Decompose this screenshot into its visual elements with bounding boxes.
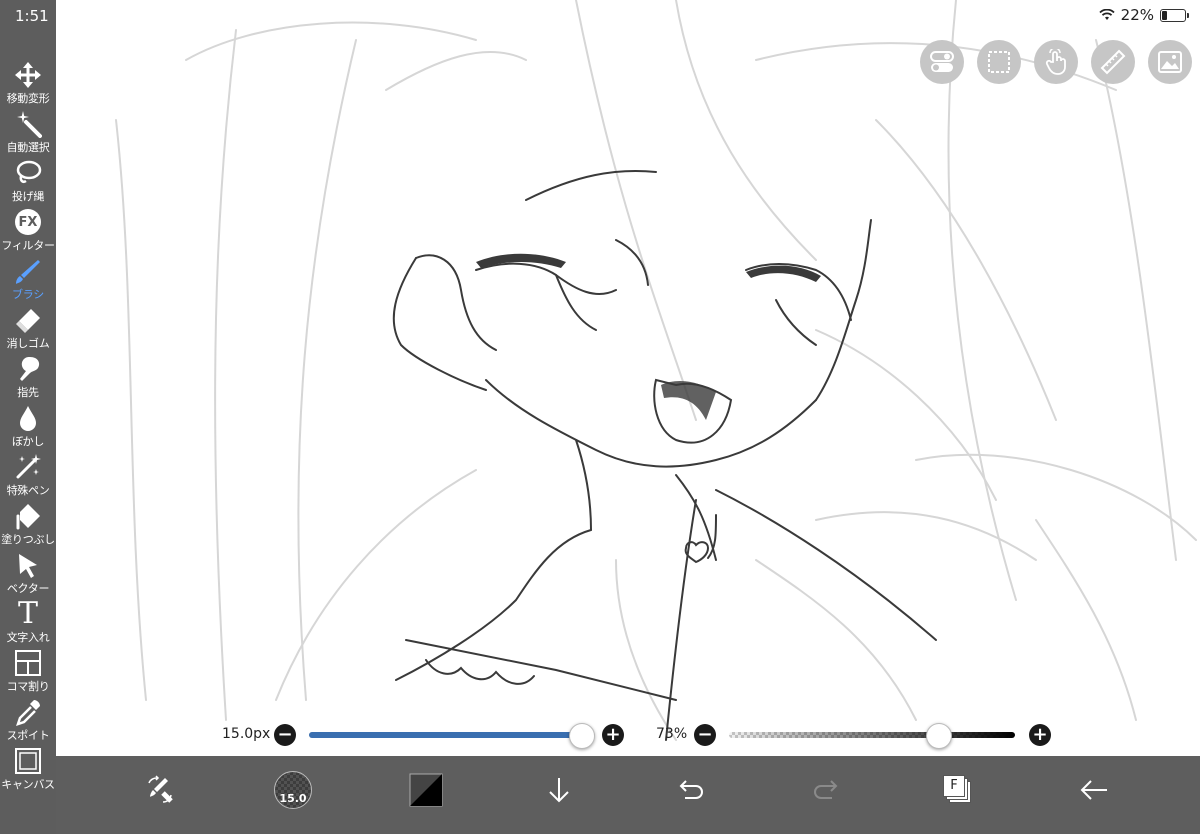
special-pen-icon — [13, 452, 43, 482]
brush-size-knob[interactable] — [568, 723, 595, 749]
tool-frame-divider[interactable]: コマ割り — [0, 648, 56, 696]
tool-eyedropper[interactable]: スポイト — [0, 697, 56, 745]
status-right: 22% — [1099, 6, 1189, 24]
brush-size-decrease-button[interactable]: − — [274, 724, 296, 746]
undo-icon — [679, 780, 703, 799]
battery-fill — [1162, 10, 1167, 20]
tool-blur[interactable]: ぼかし — [0, 403, 56, 451]
move-down-arrow-icon — [549, 778, 569, 803]
tool-label: コマ割り — [6, 680, 50, 693]
layers-button[interactable]: F — [938, 770, 978, 810]
tool-filter[interactable]: FX フィルター — [0, 207, 56, 255]
magic-wand-icon — [13, 109, 43, 139]
vector-arrow-icon — [13, 550, 43, 580]
frame-divider-icon — [13, 648, 43, 678]
bottom-toolbar: 15.0 F — [56, 756, 1200, 834]
tool-eraser[interactable]: 消しゴム — [0, 305, 56, 353]
tool-brush[interactable]: ブラシ — [0, 256, 56, 304]
brush-size-label: 15.0px — [222, 726, 271, 742]
tool-label: 移動変形 — [6, 92, 50, 105]
top-toolbar — [920, 40, 1192, 84]
undo-button[interactable] — [672, 770, 712, 810]
eyedropper-icon — [13, 697, 43, 727]
layer-letter: F — [943, 775, 965, 797]
tool-label: ブラシ — [12, 288, 44, 301]
tool-label: 指先 — [17, 386, 39, 399]
selection-button[interactable] — [977, 40, 1021, 84]
swap-brush-eraser-icon — [148, 775, 173, 803]
tool-label: スポイト — [6, 729, 50, 742]
opacity-knob[interactable] — [925, 723, 952, 749]
brush-icon — [13, 256, 43, 286]
tool-label: ぼかし — [11, 435, 45, 448]
tool-smudge[interactable]: 指先 — [0, 354, 56, 402]
brush-slider-row: 15.0px − + 73% − + — [56, 722, 1200, 749]
touch-hand-button[interactable] — [1034, 40, 1078, 84]
opacity-label: 73% — [656, 726, 688, 742]
sketch-artwork — [115, 0, 1197, 741]
toggle-settings-button[interactable] — [920, 40, 964, 84]
lasso-icon — [13, 158, 43, 188]
tool-label: 特殊ペン — [6, 484, 50, 497]
tool-label: フィルター — [1, 239, 55, 252]
tool-label: 文字入れ — [6, 631, 50, 644]
tool-label: キャンバス — [1, 778, 55, 791]
redo-icon — [814, 780, 838, 799]
back-button[interactable] — [1074, 770, 1114, 810]
blur-drop-icon — [13, 403, 43, 433]
tool-fill[interactable]: 塗りつぶし — [0, 501, 56, 549]
ruler-button[interactable] — [1091, 40, 1135, 84]
tool-label: ベクター — [6, 582, 50, 595]
layers-icon: F — [943, 775, 973, 805]
tool-label: 投げ縄 — [11, 190, 45, 203]
brush-size-track[interactable] — [309, 732, 595, 738]
tool-vector[interactable]: ベクター — [0, 550, 56, 598]
fill-bucket-icon — [13, 501, 43, 531]
tool-text[interactable]: T 文字入れ — [0, 599, 56, 647]
canvas-icon — [13, 746, 43, 776]
brush-size-increase-button[interactable]: + — [602, 724, 624, 746]
ruler-icon — [1100, 49, 1126, 75]
tool-sidebar: 移動変形 自動選択 投げ縄 FX フィルター ブラシ 消しゴム 指先 ぼかし 特… — [0, 0, 56, 834]
color-swatch-button[interactable] — [406, 770, 446, 810]
image-material-button[interactable] — [1148, 40, 1192, 84]
toggle-settings-icon — [930, 51, 954, 72]
move-icon — [13, 60, 43, 90]
brush-size-fill — [309, 732, 581, 738]
battery-percent: 22% — [1120, 6, 1154, 24]
selection-icon — [988, 51, 1010, 73]
tool-canvas[interactable]: キャンバス — [0, 746, 56, 794]
tool-label: 自動選択 — [6, 141, 50, 154]
swap-brush-eraser-button[interactable] — [140, 770, 180, 810]
fx-icon: FX — [13, 207, 43, 237]
tool-lasso[interactable]: 投げ縄 — [0, 158, 56, 206]
image-material-icon — [1158, 51, 1182, 73]
color-swatch-icon — [409, 773, 443, 807]
touch-hand-icon — [1045, 49, 1066, 75]
tool-special-pen[interactable]: 特殊ペン — [0, 452, 56, 500]
eraser-icon — [13, 305, 43, 335]
battery-icon — [1160, 8, 1189, 22]
smudge-icon — [13, 354, 43, 384]
tool-label: 消しゴム — [6, 337, 50, 350]
brush-size-badge: 15.0 — [279, 792, 307, 805]
opacity-track[interactable] — [729, 732, 1015, 738]
move-down-button[interactable] — [539, 770, 579, 810]
back-arrow-icon — [1080, 780, 1107, 800]
opacity-decrease-button[interactable]: − — [694, 724, 716, 746]
wifi-icon — [1099, 9, 1115, 20]
drawing-canvas[interactable] — [56, 0, 1200, 756]
redo-button[interactable] — [805, 770, 845, 810]
tool-move-transform[interactable]: 移動変形 — [0, 60, 56, 108]
tool-auto-select[interactable]: 自動選択 — [0, 109, 56, 157]
text-icon: T — [17, 596, 38, 631]
brush-size-indicator[interactable]: 15.0 — [273, 770, 313, 810]
opacity-increase-button[interactable]: + — [1029, 724, 1051, 746]
tool-label: 塗りつぶし — [1, 533, 55, 546]
status-time: 1:51 — [15, 7, 49, 25]
